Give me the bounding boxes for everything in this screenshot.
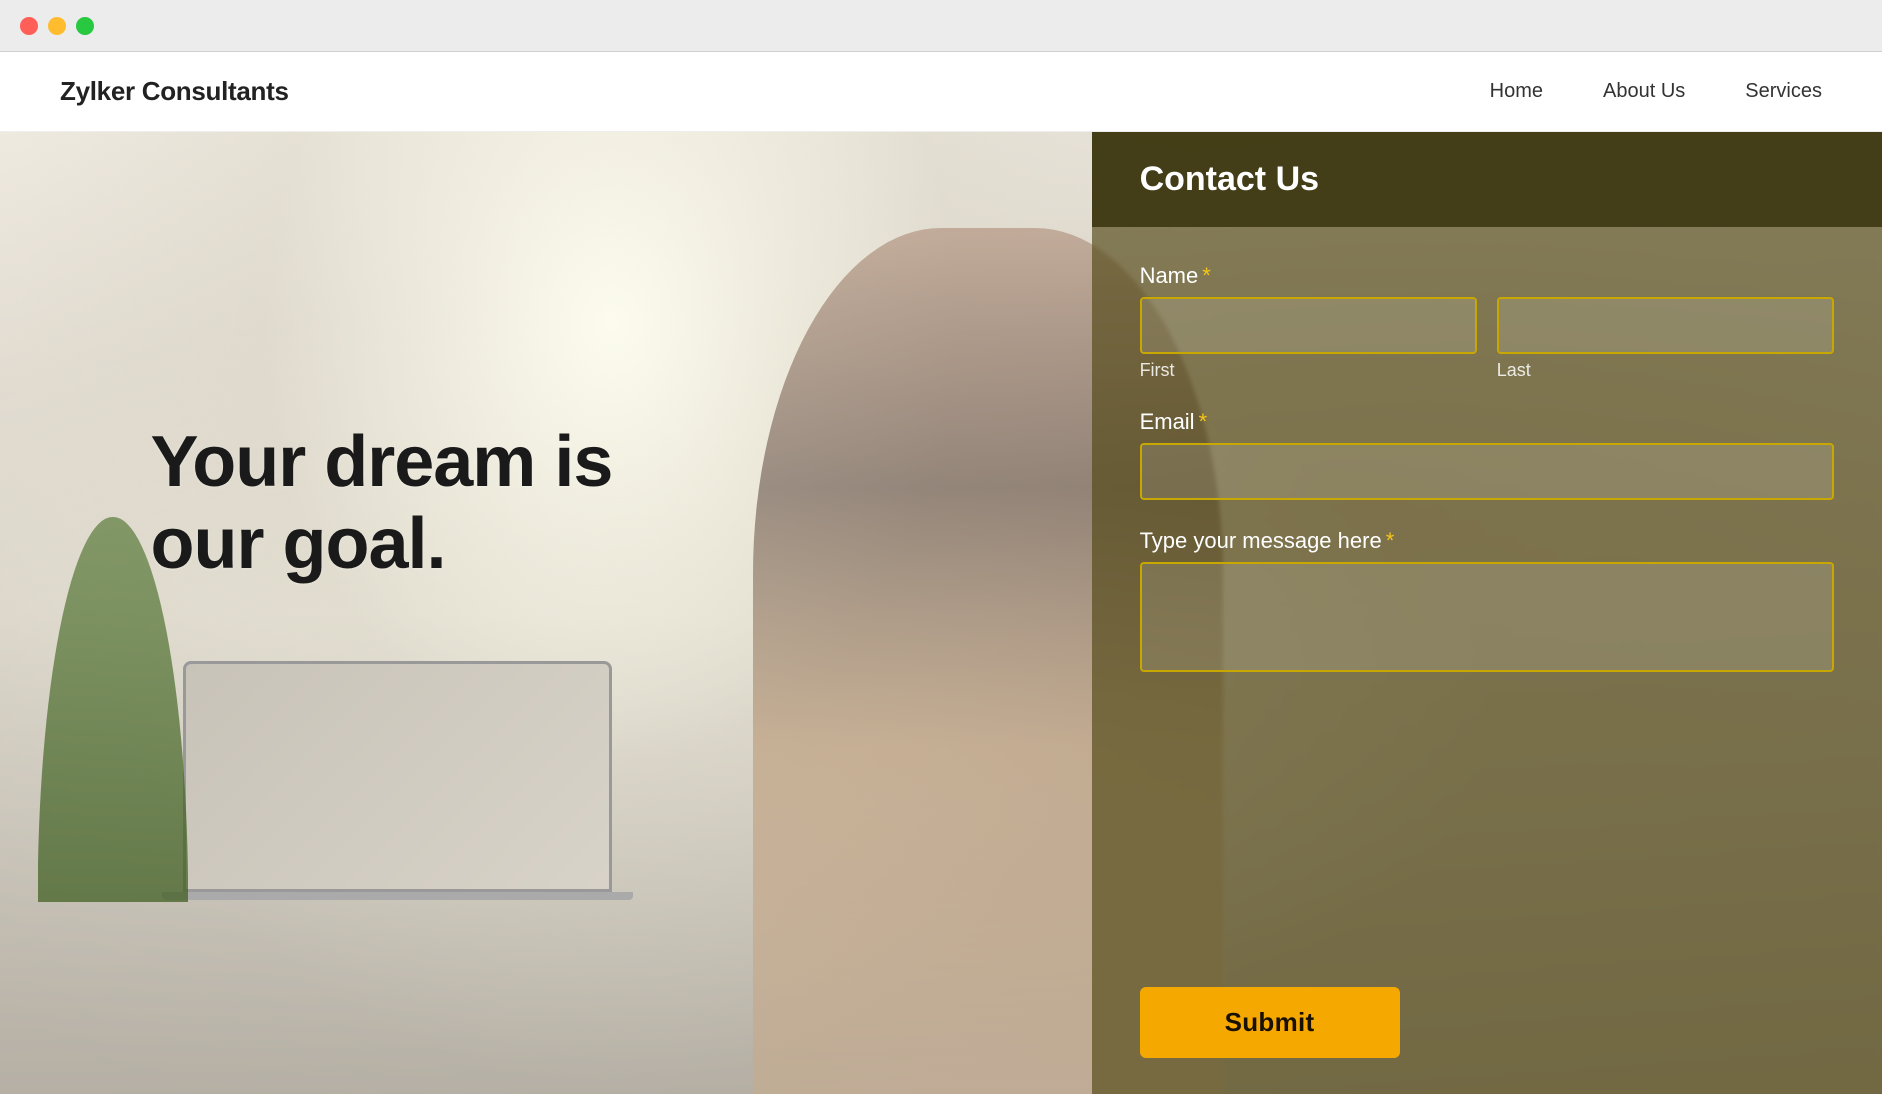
hero-text: Your dream is our goal. [151, 421, 613, 587]
laptop-image [183, 661, 611, 950]
last-name-input[interactable] [1497, 297, 1834, 354]
message-required: * [1386, 528, 1395, 553]
name-fields: First Last [1140, 297, 1834, 381]
laptop-base [162, 892, 633, 900]
brand-logo[interactable]: Zylker Consultants [60, 76, 289, 107]
maximize-button[interactable] [76, 17, 94, 35]
traffic-lights [20, 17, 94, 35]
message-label: Type your message here* [1140, 528, 1834, 554]
message-group: Type your message here* [1140, 528, 1834, 672]
laptop-screen [183, 661, 611, 892]
email-input[interactable] [1140, 443, 1834, 500]
minimize-button[interactable] [48, 17, 66, 35]
email-required: * [1199, 409, 1208, 434]
contact-body: Name* First Last [1092, 227, 1882, 963]
contact-footer: Submit [1092, 963, 1882, 1094]
first-name-input[interactable] [1140, 297, 1477, 354]
hero-section: Your dream is our goal. Contact Us Name* [0, 132, 1882, 1094]
name-required: * [1202, 263, 1211, 288]
email-group: Email* [1140, 409, 1834, 500]
contact-header: Contact Us [1092, 132, 1882, 227]
nav-link-home[interactable]: Home [1490, 80, 1543, 103]
email-label: Email* [1140, 409, 1834, 435]
hero-line1: Your dream is [151, 422, 613, 502]
name-label: Name* [1140, 263, 1834, 289]
message-textarea[interactable] [1140, 562, 1834, 672]
last-name-wrap: Last [1497, 297, 1834, 381]
navbar: Zylker Consultants Home About Us Service… [0, 52, 1882, 132]
site: Zylker Consultants Home About Us Service… [0, 52, 1882, 1094]
last-label: Last [1497, 360, 1834, 381]
name-group: Name* First Last [1140, 263, 1834, 381]
contact-title: Contact Us [1140, 160, 1834, 199]
contact-panel: Contact Us Name* First L [1092, 132, 1882, 1094]
nav-link-services[interactable]: Services [1745, 80, 1822, 103]
window-chrome [0, 0, 1882, 52]
hero-line2: our goal. [151, 504, 446, 584]
close-button[interactable] [20, 17, 38, 35]
nav-link-about[interactable]: About Us [1603, 80, 1685, 103]
first-name-wrap: First [1140, 297, 1477, 381]
hero-headline: Your dream is our goal. [151, 421, 613, 587]
submit-button[interactable]: Submit [1140, 987, 1400, 1058]
nav-links: Home About Us Services [1490, 80, 1822, 103]
first-label: First [1140, 360, 1477, 381]
